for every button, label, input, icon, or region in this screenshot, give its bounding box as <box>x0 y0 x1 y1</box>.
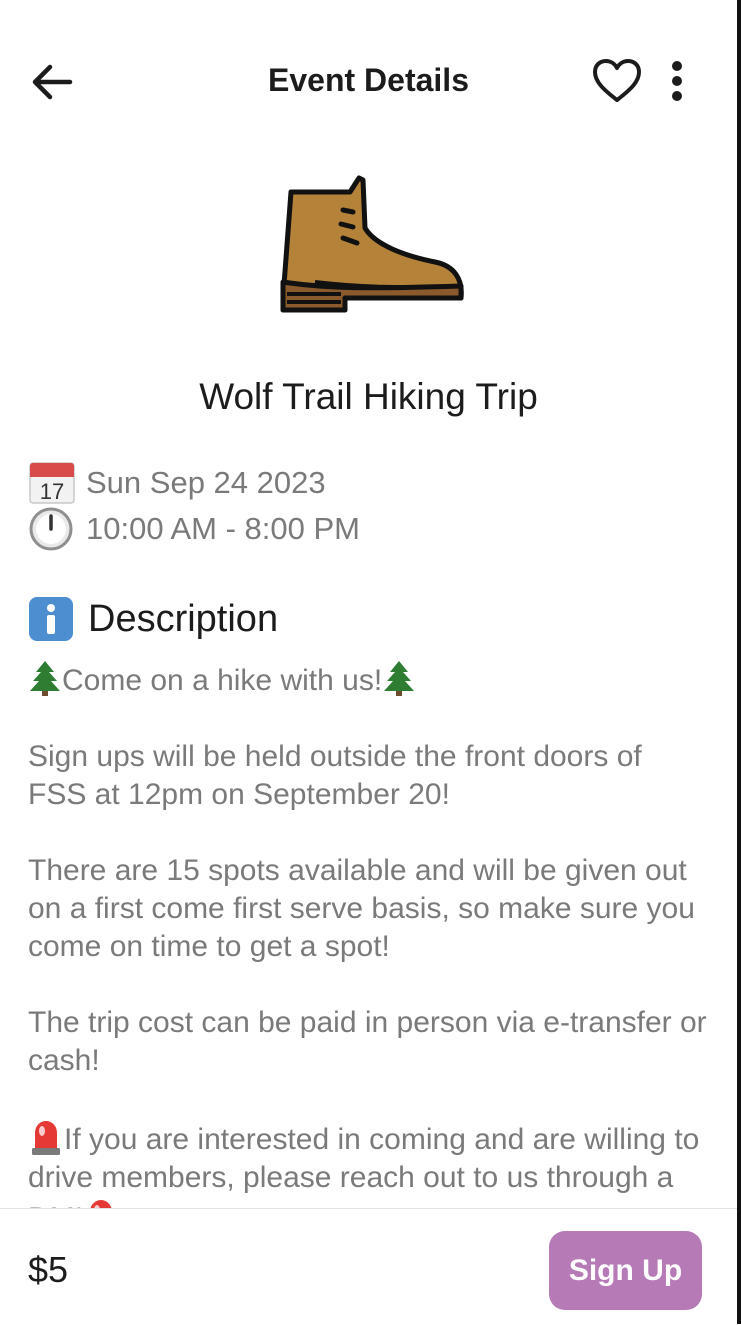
description-drivers: If you are interested in coming and are … <box>28 1123 700 1208</box>
sign-up-button[interactable]: Sign Up <box>549 1231 702 1310</box>
evergreen-tree-icon <box>384 661 415 696</box>
event-price: $5 <box>28 1249 69 1290</box>
event-date-row: 17 Sun Sep 24 2023 <box>28 460 326 506</box>
description-payment: The trip cost can be paid in person via … <box>28 1006 707 1077</box>
top-bar: Event Details <box>0 0 737 160</box>
heart-outline-icon[interactable] <box>590 56 644 106</box>
hiking-boot-icon <box>280 175 464 313</box>
more-vertical-icon[interactable] <box>662 56 692 106</box>
info-icon <box>29 597 73 641</box>
description-signups: Sign ups will be held outside the front … <box>28 740 642 811</box>
siren-icon <box>90 1200 112 1208</box>
event-time-row: 10:00 AM - 8:00 PM <box>28 506 360 552</box>
svg-text:17: 17 <box>40 479 64 504</box>
description-drivers-paragraph: If you are interested in coming and are … <box>28 1118 708 1208</box>
description-spots: There are 15 spots available and will be… <box>28 854 695 963</box>
bottom-bar: $5 Sign Up <box>0 1208 737 1325</box>
event-time: 10:00 AM - 8:00 PM <box>86 511 360 546</box>
description-intro-paragraph: Come on a hike with us! <box>28 660 708 700</box>
description-body: Come on a hike with us! Sign ups will be… <box>28 660 708 1208</box>
description-intro: Come on a hike with us! <box>62 664 383 697</box>
event-title: Wolf Trail Hiking Trip <box>199 376 538 417</box>
window-edge <box>737 0 741 1324</box>
clock-icon <box>29 507 73 551</box>
calendar-icon: 17 <box>29 462 75 504</box>
evergreen-tree-icon <box>30 661 60 696</box>
description-heading-label: Description <box>88 597 279 640</box>
description-heading: Description <box>28 596 278 642</box>
siren-icon <box>32 1121 60 1155</box>
event-date: Sun Sep 24 2023 <box>86 465 326 500</box>
